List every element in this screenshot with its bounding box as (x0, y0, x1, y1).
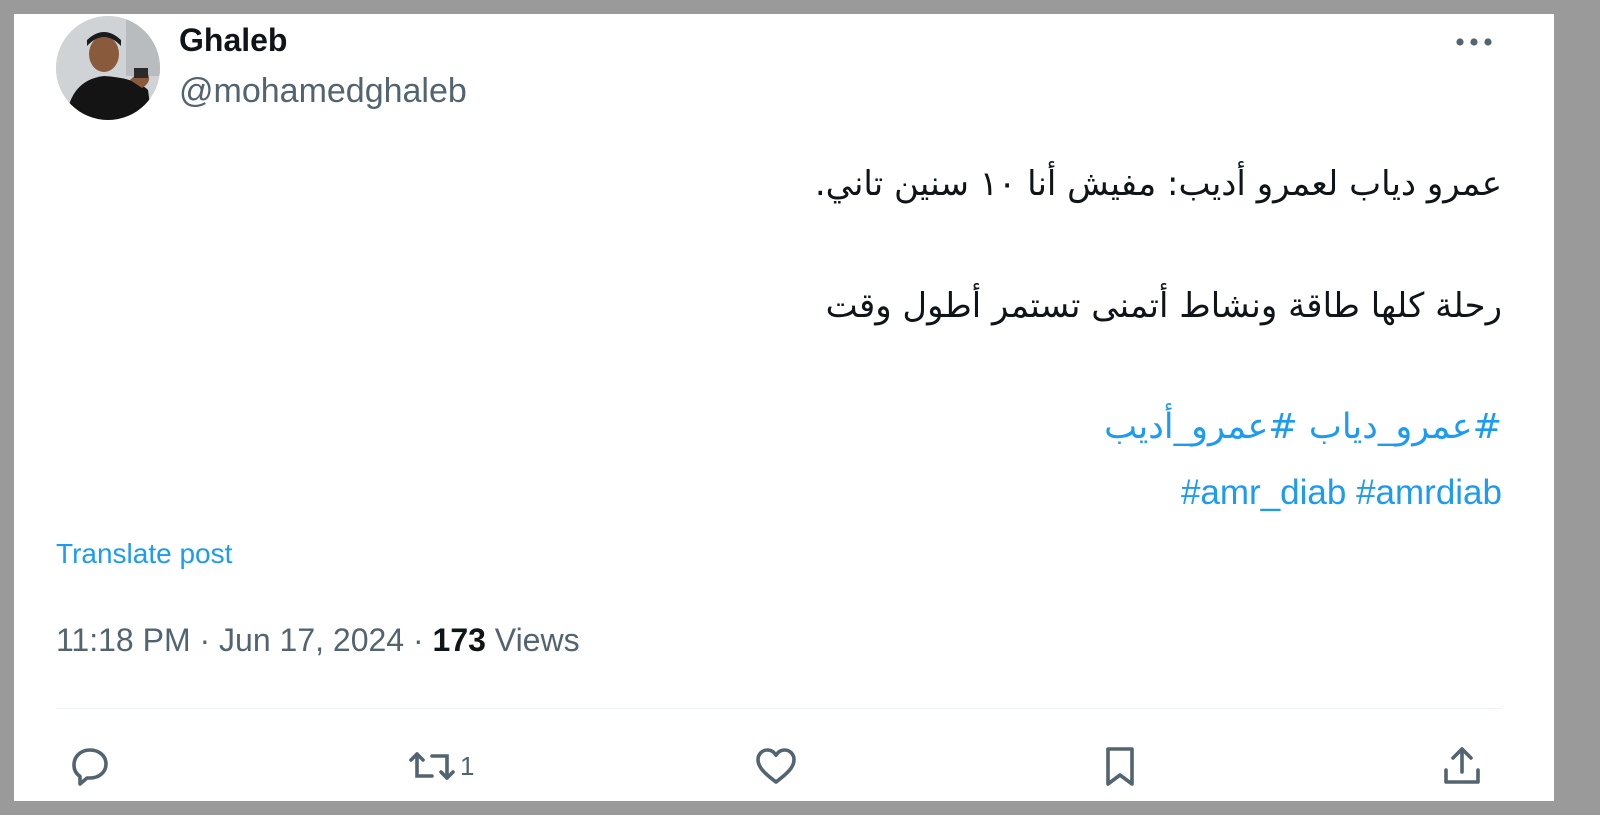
post-card: Ghaleb @mohamedghaleb عمرو دياب لعمرو أد… (14, 14, 1554, 801)
author-name[interactable]: Ghaleb (179, 22, 287, 59)
reply-icon (72, 748, 108, 786)
bookmark-icon (1106, 747, 1134, 786)
translate-post-link[interactable]: Translate post (56, 538, 232, 570)
reply-button[interactable] (66, 742, 114, 790)
hashtag-link[interactable]: #amr_diab (1181, 473, 1346, 512)
post-text-line-2: رحلة كلها طاقة ونشاط أتمنى تستمر أطول وق… (825, 286, 1502, 326)
post-frame: Ghaleb @mohamedghaleb عمرو دياب لعمرو أد… (14, 14, 1554, 801)
more-icon (1456, 38, 1492, 46)
retweet-count: 1 (460, 750, 475, 781)
hashtags-arabic: #عمرو_دياب #عمرو_أديب (1104, 407, 1502, 447)
meta-separator: · (412, 622, 424, 658)
divider (56, 708, 1502, 709)
author-handle[interactable]: @mohamedghaleb (179, 72, 467, 111)
hashtag-link[interactable]: #عمرو_دياب (1309, 407, 1502, 447)
like-button[interactable] (752, 742, 800, 790)
share-button[interactable] (1438, 742, 1486, 790)
hashtag-link[interactable]: #عمرو_أديب (1104, 407, 1298, 447)
views-count: 173 (432, 622, 486, 658)
meta-separator: · (199, 622, 211, 658)
hashtag-link[interactable]: #amrdiab (1356, 473, 1502, 512)
like-icon (756, 748, 796, 784)
retweet-button[interactable]: 1 (408, 742, 474, 790)
post-time[interactable]: 11:18 PM (56, 622, 191, 658)
more-options-button[interactable] (1450, 28, 1498, 56)
share-icon (1444, 747, 1480, 784)
hashtags-latin: #amr_diab #amrdiab (1181, 473, 1502, 513)
retweet-icon (409, 752, 455, 780)
post-meta: 11:18 PM · Jun 17, 2024 · 173 Views (56, 622, 580, 659)
post-text-line-1: عمرو دياب لعمرو أديب: مفيش أنا ١٠ سنين ت… (814, 164, 1502, 204)
avatar[interactable] (56, 16, 160, 120)
bookmark-button[interactable] (1096, 742, 1144, 790)
views-label: Views (494, 622, 580, 658)
post-date[interactable]: Jun 17, 2024 (219, 622, 404, 658)
